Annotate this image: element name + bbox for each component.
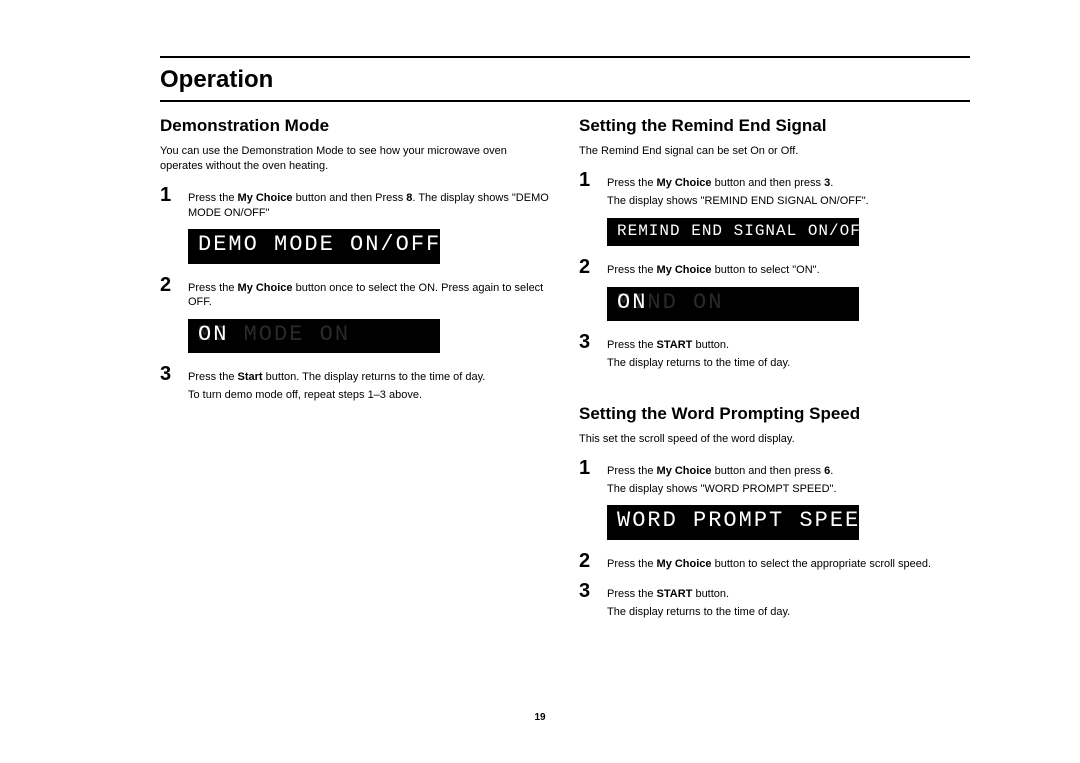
section-title-remind: Setting the Remind End Signal [579, 116, 970, 136]
display-remind-on: MIND ON ON [607, 287, 859, 321]
wordspeed-intro: This set the scroll speed of the word di… [579, 432, 970, 447]
step-body: Press the Start button. The display retu… [188, 370, 551, 406]
demo-step-1: 1 Press the My Choice button and then Pr… [160, 184, 551, 224]
step-number: 1 [579, 457, 595, 480]
demo-step-2: 2 Press the My Choice button once to sel… [160, 274, 551, 314]
step-number: 2 [160, 274, 176, 297]
step-body: Press the My Choice button to select the… [607, 557, 970, 575]
remind-step-1: 1 Press the My Choice button and then pr… [579, 169, 970, 212]
columns: Demonstration Mode You can use the Demon… [160, 116, 970, 627]
step-number: 2 [579, 256, 595, 279]
step-number: 2 [579, 550, 595, 573]
left-column: Demonstration Mode You can use the Demon… [160, 116, 551, 627]
step-body: Press the My Choice button and then pres… [607, 176, 970, 212]
top-rule [160, 56, 970, 58]
page-title: Operation [160, 64, 970, 98]
wordspeed-step-2: 2 Press the My Choice button to select t… [579, 550, 970, 575]
wordspeed-step-3: 3 Press the START button. The display re… [579, 580, 970, 623]
display-word-prompt: WORD PROMPT SPEED [607, 505, 859, 539]
demo-intro: You can use the Demonstration Mode to se… [160, 144, 551, 174]
section-title-wordspeed: Setting the Word Prompting Speed [579, 404, 970, 424]
bottom-rule [160, 100, 970, 102]
page-number: 19 [0, 712, 1080, 723]
remind-intro: The Remind End signal can be set On or O… [579, 144, 970, 159]
section-title-demo: Demonstration Mode [160, 116, 551, 136]
display-demo-on: MO MODE ON ON [188, 319, 440, 353]
page: Operation Demonstration Mode You can use… [0, 0, 1080, 763]
display-remind-onoff: REMIND END SIGNAL ON/OFF [607, 218, 859, 247]
step-body: Press the My Choice button and then Pres… [188, 191, 551, 224]
step-body: Press the My Choice button once to selec… [188, 281, 551, 314]
step-number: 3 [160, 363, 176, 386]
display-demo-mode: DEMO MODE ON/OFF [188, 229, 440, 263]
step-number: 1 [579, 169, 595, 192]
step-body: Press the My Choice button to select "ON… [607, 263, 970, 281]
step-body: Press the START button. The display retu… [607, 587, 970, 623]
wordspeed-step-1: 1 Press the My Choice button and then pr… [579, 457, 970, 500]
step-body: Press the My Choice button and then pres… [607, 464, 970, 500]
step-number: 3 [579, 580, 595, 603]
step-number: 1 [160, 184, 176, 207]
remind-step-2: 2 Press the My Choice button to select "… [579, 256, 970, 281]
remind-step-3: 3 Press the START button. The display re… [579, 331, 970, 374]
step-number: 3 [579, 331, 595, 354]
right-column: Setting the Remind End Signal The Remind… [579, 116, 970, 627]
demo-step-3: 3 Press the Start button. The display re… [160, 363, 551, 406]
step-body: Press the START button. The display retu… [607, 338, 970, 374]
